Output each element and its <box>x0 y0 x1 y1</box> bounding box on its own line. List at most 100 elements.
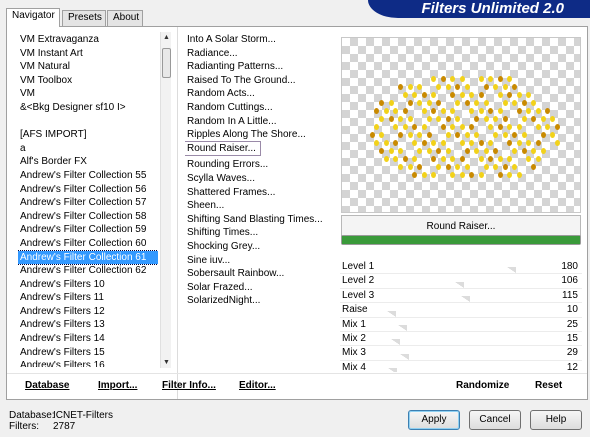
preview-dot <box>426 132 432 138</box>
filter-item[interactable]: Scylla Waves... <box>185 172 335 186</box>
filter-item[interactable]: Raised To The Ground... <box>185 74 335 88</box>
tab-presets[interactable]: Presets <box>62 10 106 26</box>
filter-list[interactable]: Into A Solar Storm... Radiance... Radianti… <box>185 33 335 367</box>
category-list[interactable]: VM Extravaganza VM Instant Art VM Natural V… <box>18 33 158 367</box>
preview-dot <box>535 108 541 114</box>
apply-button[interactable]: Apply <box>408 410 460 430</box>
slider-row[interactable]: Level 2 106 <box>340 274 582 289</box>
preview-dot <box>379 132 384 138</box>
category-scrollbar[interactable]: ▲ ▼ <box>160 32 171 368</box>
help-button[interactable]: Help <box>530 410 582 430</box>
tab-navigator[interactable]: Navigator <box>6 8 60 27</box>
slider-row[interactable]: Level 3 115 <box>340 289 582 304</box>
category-item[interactable]: Andrew's Filter Collection 55 <box>18 169 158 183</box>
slider-thumb[interactable] <box>400 353 410 360</box>
filter-item[interactable]: Round Raiser... <box>185 140 261 157</box>
preview-dot <box>379 148 384 154</box>
filters-count: 2787 <box>53 421 76 432</box>
slider-thumb[interactable] <box>390 339 400 346</box>
preview-dot <box>526 156 531 162</box>
scroll-down-icon[interactable]: ▼ <box>161 357 172 368</box>
preview-dot <box>431 156 436 162</box>
category-item[interactable]: Andrew's Filter Collection 61 <box>18 249 158 266</box>
slider-thumb[interactable] <box>388 368 398 372</box>
filter-item[interactable]: Sobersault Rainbow... <box>185 267 335 281</box>
filter-item[interactable]: Solar Frazed... <box>185 281 335 295</box>
category-item[interactable]: Andrew's Filters 16 <box>18 359 158 367</box>
filter-row: Radianting Patterns... <box>185 60 335 74</box>
preview-dot <box>483 84 489 90</box>
slider-thumb[interactable] <box>461 296 471 303</box>
filter-item[interactable]: Random Cuttings... <box>185 101 335 115</box>
filter-item[interactable]: Shocking Grey... <box>185 240 335 254</box>
category-item[interactable]: Andrew's Filters 11 <box>18 291 158 305</box>
filter-row: Shattered Frames... <box>185 186 335 200</box>
filter-item[interactable]: Rounding Errors... <box>185 158 335 172</box>
filter-info-button[interactable]: Filter Info... <box>162 380 216 391</box>
category-item[interactable]: Andrew's Filters 15 <box>18 346 158 360</box>
preview-dot <box>521 116 527 122</box>
tab-about[interactable]: About <box>107 10 143 26</box>
category-item[interactable]: Andrew's Filters 12 <box>18 305 158 319</box>
category-item[interactable]: Andrew's Filters 14 <box>18 332 158 346</box>
category-item[interactable]: Andrew's Filter Collection 59 <box>18 223 158 237</box>
filter-item[interactable]: Sine iuv... <box>185 254 335 268</box>
slider-row[interactable]: Mix 4 12 <box>340 361 582 372</box>
category-item[interactable]: Andrew's Filter Collection 62 <box>18 264 158 278</box>
slider-thumb[interactable] <box>397 324 407 331</box>
filter-item[interactable]: Ripples Along The Shore... <box>185 128 335 142</box>
slider-value: 25 <box>566 318 578 330</box>
filter-item[interactable]: SolarizedNight... <box>185 294 335 308</box>
category-item[interactable]: Andrew's Filter Collection 57 <box>18 196 158 210</box>
category-item[interactable]: Andrew's Filter Collection 56 <box>18 183 158 197</box>
preview-dot <box>417 84 422 90</box>
slider-thumb[interactable] <box>507 267 517 274</box>
slider-thumb[interactable] <box>454 281 464 288</box>
category-item[interactable]: VM Extravaganza <box>18 33 158 47</box>
category-item[interactable]: VM Instant Art <box>18 47 158 61</box>
category-item[interactable]: &<Bkg Designer sf10 I> <box>18 101 158 115</box>
slider-row[interactable]: Mix 3 29 <box>340 346 582 361</box>
filter-item[interactable]: Shattered Frames... <box>185 186 335 200</box>
preview-dot <box>516 140 522 146</box>
filter-item[interactable]: Sheen... <box>185 199 335 213</box>
filter-item[interactable]: Radiance... <box>185 47 335 61</box>
category-item[interactable]: [AFS IMPORT] <box>18 128 158 142</box>
preview-dot <box>412 172 417 178</box>
preview-dot <box>483 148 489 154</box>
category-item[interactable]: Andrew's Filters 10 <box>18 278 158 292</box>
filter-item[interactable]: Into A Solar Storm... <box>185 33 335 47</box>
banner-title: Filters Unlimited 2.0 <box>421 0 564 17</box>
editor-button[interactable]: Editor... <box>239 380 276 391</box>
slider-row[interactable]: Mix 2 15 <box>340 332 582 347</box>
preview-dot <box>531 164 536 170</box>
reset-button[interactable]: Reset <box>535 380 562 391</box>
category-item[interactable]: VM Toolbox <box>18 74 158 88</box>
category-item[interactable]: VM Natural <box>18 60 158 74</box>
slider-thumb[interactable] <box>387 310 397 317</box>
randomize-button[interactable]: Randomize <box>456 380 509 391</box>
category-item[interactable]: Andrew's Filter Collection 58 <box>18 210 158 224</box>
category-item[interactable]: Andrew's Filters 13 <box>18 318 158 332</box>
slider-row[interactable]: Raise 10 <box>340 303 582 318</box>
preview-dot <box>440 124 446 130</box>
category-item[interactable]: VM <box>18 87 158 101</box>
filter-item[interactable]: Random Acts... <box>185 87 335 101</box>
preview-dot <box>488 76 493 82</box>
import-button[interactable]: Import... <box>98 380 137 391</box>
scroll-thumb[interactable] <box>162 48 171 78</box>
filter-item[interactable]: Radianting Patterns... <box>185 60 335 74</box>
database-button[interactable]: Database <box>25 380 69 391</box>
filter-item[interactable]: Random In A Little... <box>185 115 335 129</box>
preview-dot <box>474 132 479 138</box>
category-item[interactable]: Alf's Border FX <box>18 155 158 169</box>
cancel-button[interactable]: Cancel <box>469 410 521 430</box>
scroll-up-icon[interactable]: ▲ <box>161 32 172 43</box>
preview-dot <box>502 132 508 138</box>
slider-row[interactable]: Level 1 180 <box>340 260 582 275</box>
slider-row[interactable]: Mix 1 25 <box>340 318 582 332</box>
category-item[interactable]: a <box>18 142 158 156</box>
filter-item[interactable]: Shifting Sand Blasting Times... <box>185 213 335 227</box>
filter-item[interactable]: Shifting Times... <box>185 226 335 240</box>
category-item[interactable]: Andrew's Filter Collection 60 <box>18 237 158 251</box>
